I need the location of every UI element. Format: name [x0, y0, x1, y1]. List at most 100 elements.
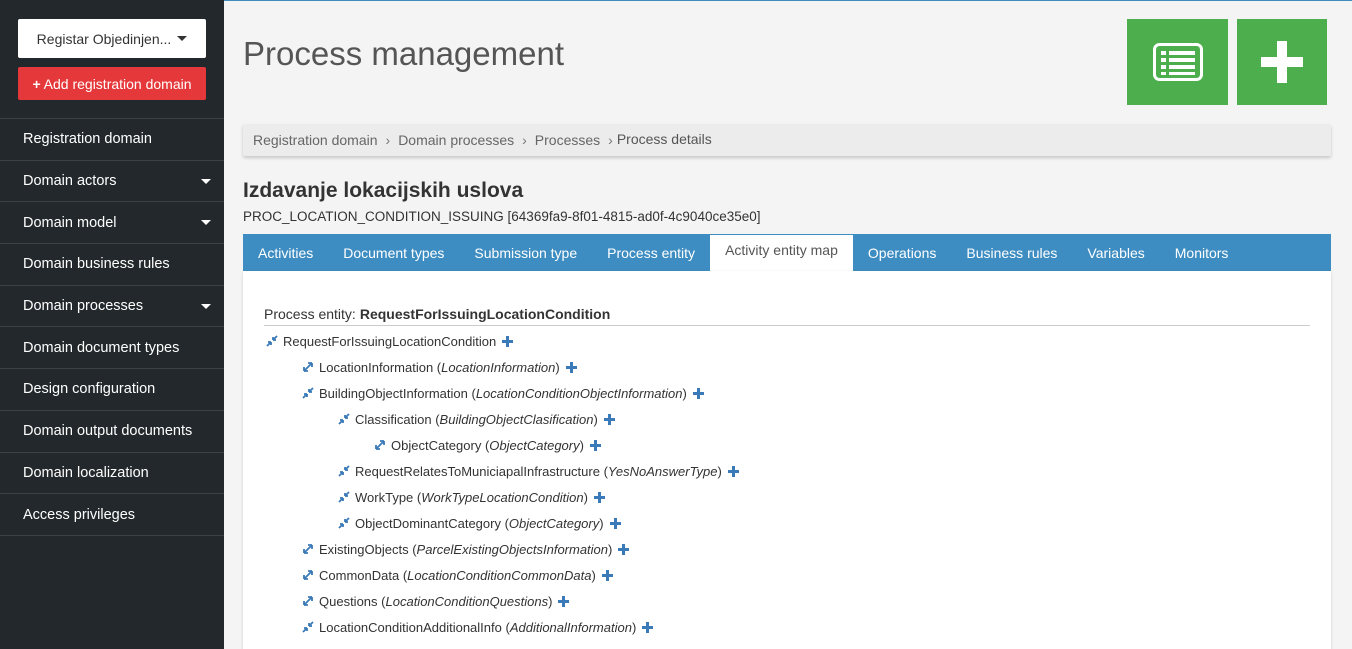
list-icon: [1152, 43, 1203, 81]
tree-node-name: ExistingObjects: [319, 541, 409, 557]
sidebar-item-label: Access privileges: [23, 506, 136, 523]
tree-node-type: BuildingObjectClasification: [439, 411, 594, 427]
sidebar-item-domain-processes[interactable]: Domain processes: [0, 286, 224, 328]
tree-node-type: AdditionalInformation: [509, 619, 632, 635]
tree-node-paren: (: [433, 359, 442, 375]
sidebar-item-registration-domain[interactable]: Registration domain: [0, 119, 224, 161]
plus-icon[interactable]: [565, 361, 577, 373]
activity-entity-map-panel: Process entity: RequestForIssuingLocation…: [243, 271, 1331, 649]
tab-activities[interactable]: Activities: [243, 234, 328, 271]
tree-node-name: ObjectDominantCategory: [355, 515, 501, 531]
sidebar-item-domain-output-documents[interactable]: Domain output documents: [0, 411, 224, 453]
plus-icon[interactable]: [603, 413, 615, 425]
tree-node-paren: (: [599, 463, 608, 479]
collapse-icon[interactable]: [302, 621, 314, 633]
expand-icon[interactable]: [302, 569, 314, 581]
expand-icon[interactable]: [302, 361, 314, 373]
tree-node: WorkType (WorkTypeLocationCondition): [338, 487, 605, 507]
breadcrumb-item-domain-processes[interactable]: Domain processes: [398, 132, 514, 148]
tree-node-type: LocationInformation: [441, 359, 556, 375]
tree-node-name: WorkType: [355, 489, 414, 505]
expand-icon[interactable]: [302, 595, 314, 607]
sidebar-item-label: Domain document types: [23, 339, 180, 356]
tab-operations[interactable]: Operations: [853, 234, 951, 271]
sidebar-item-domain-model[interactable]: Domain model: [0, 202, 224, 245]
collapse-icon[interactable]: [302, 387, 314, 399]
process-entity-label: Process entity:: [264, 306, 356, 322]
list-button[interactable]: [1127, 19, 1228, 105]
chevron-down-icon: [201, 178, 211, 184]
expand-icon[interactable]: [374, 439, 386, 451]
tree-node-paren: ): [591, 567, 596, 583]
tab-document-types[interactable]: Document types: [328, 234, 459, 271]
tab-activity-entity-map[interactable]: Activity entity map: [710, 234, 853, 271]
expand-icon[interactable]: [302, 543, 314, 555]
tab-bar: Activities Document types Submission type P…: [243, 234, 1331, 271]
tree-node: BuildingObjectInformation (LocationCondi…: [302, 383, 704, 403]
sidebar: Registar Objedinjen... + Add registratio…: [0, 0, 224, 649]
sidebar-item-access-privileges[interactable]: Access privileges: [0, 494, 224, 536]
collapse-icon[interactable]: [338, 517, 350, 529]
sidebar-item-design-configuration[interactable]: Design configuration: [0, 369, 224, 411]
tab-submission-type[interactable]: Submission type: [459, 234, 592, 271]
main-content: Process management Registration domain ›…: [224, 0, 1352, 649]
plus-icon[interactable]: [727, 465, 739, 477]
add-registration-domain-button[interactable]: + Add registration domain: [18, 67, 206, 100]
tree-node-paren: ): [682, 385, 687, 401]
plus-icon[interactable]: [589, 439, 601, 451]
tree-node-name: Questions: [319, 593, 378, 609]
sidebar-item-domain-localization[interactable]: Domain localization: [0, 453, 224, 495]
tree-node-paren: ): [583, 489, 588, 505]
plus-icon[interactable]: [642, 621, 654, 633]
tree-node-paren: (: [501, 619, 510, 635]
tree-node-paren: ): [608, 541, 613, 557]
plus-icon[interactable]: [502, 335, 514, 347]
plus-icon[interactable]: [558, 595, 570, 607]
tab-monitors[interactable]: Monitors: [1160, 234, 1244, 271]
tree-node-type: LocationConditionCommonData: [407, 567, 592, 583]
register-select-label: Registar Objedinjen...: [36, 30, 172, 47]
collapse-icon[interactable]: [338, 413, 350, 425]
tree-node-paren: ): [593, 411, 598, 427]
tree-node-name: BuildingObjectInformation: [319, 385, 468, 401]
tree-node-paren: ): [579, 437, 584, 453]
collapse-icon[interactable]: [338, 491, 350, 503]
plus-icon[interactable]: [601, 569, 613, 581]
tree-node: LocationInformation (LocationInformation…: [302, 357, 577, 377]
collapse-icon[interactable]: [266, 335, 278, 347]
chevron-down-icon: [201, 303, 211, 309]
tree-node-type: LocationConditionQuestions: [385, 593, 549, 609]
chevron-right-icon: ›: [385, 132, 391, 148]
sidebar-item-label: Domain processes: [23, 298, 144, 315]
tab-process-entity[interactable]: Process entity: [592, 234, 710, 271]
plus-icon[interactable]: [609, 517, 621, 529]
add-process-button[interactable]: [1237, 19, 1327, 105]
sidebar-nav: Registration domain Domain actors Domain m…: [0, 118, 224, 536]
breadcrumb-item-registration-domain[interactable]: Registration domain: [253, 132, 378, 148]
tree-node: RequestRelatesToMuniciapalInfrastructure…: [338, 461, 739, 481]
tree-node-paren: (: [408, 541, 417, 557]
plus-icon[interactable]: [692, 387, 704, 399]
sidebar-item-domain-actors[interactable]: Domain actors: [0, 161, 224, 203]
tree-node-paren: (: [413, 489, 422, 505]
sidebar-item-domain-document-types[interactable]: Domain document types: [0, 327, 224, 370]
plus-icon[interactable]: [593, 491, 605, 503]
register-select-dropdown[interactable]: Registar Objedinjen...: [18, 19, 206, 58]
tree-node-paren: (: [481, 437, 490, 453]
breadcrumb-item-processes[interactable]: Processes: [535, 132, 600, 148]
tab-business-rules[interactable]: Business rules: [951, 234, 1072, 271]
tree-node-type: YesNoAnswerType: [607, 463, 718, 479]
plus-icon[interactable]: [618, 543, 630, 555]
tree-node-paren: (: [399, 567, 408, 583]
tree-node-type: ParcelExistingObjectsInformation: [416, 541, 609, 557]
process-code: PROC_LOCATION_CONDITION_ISSUING [64369fa…: [243, 209, 761, 224]
collapse-icon[interactable]: [338, 465, 350, 477]
tree-node-paren: (: [377, 593, 386, 609]
sidebar-item-label: Design configuration: [23, 381, 156, 398]
tab-variables[interactable]: Variables: [1072, 234, 1159, 271]
tree-node: ExistingObjects (ParcelExistingObjectsIn…: [302, 539, 630, 559]
tree-node-name: LocationConditionAdditionalInfo: [319, 619, 502, 635]
sidebar-item-domain-business-rules[interactable]: Domain business rules: [0, 244, 224, 286]
tree-node-paren: ): [631, 619, 637, 635]
chevron-down-icon: [201, 220, 211, 226]
